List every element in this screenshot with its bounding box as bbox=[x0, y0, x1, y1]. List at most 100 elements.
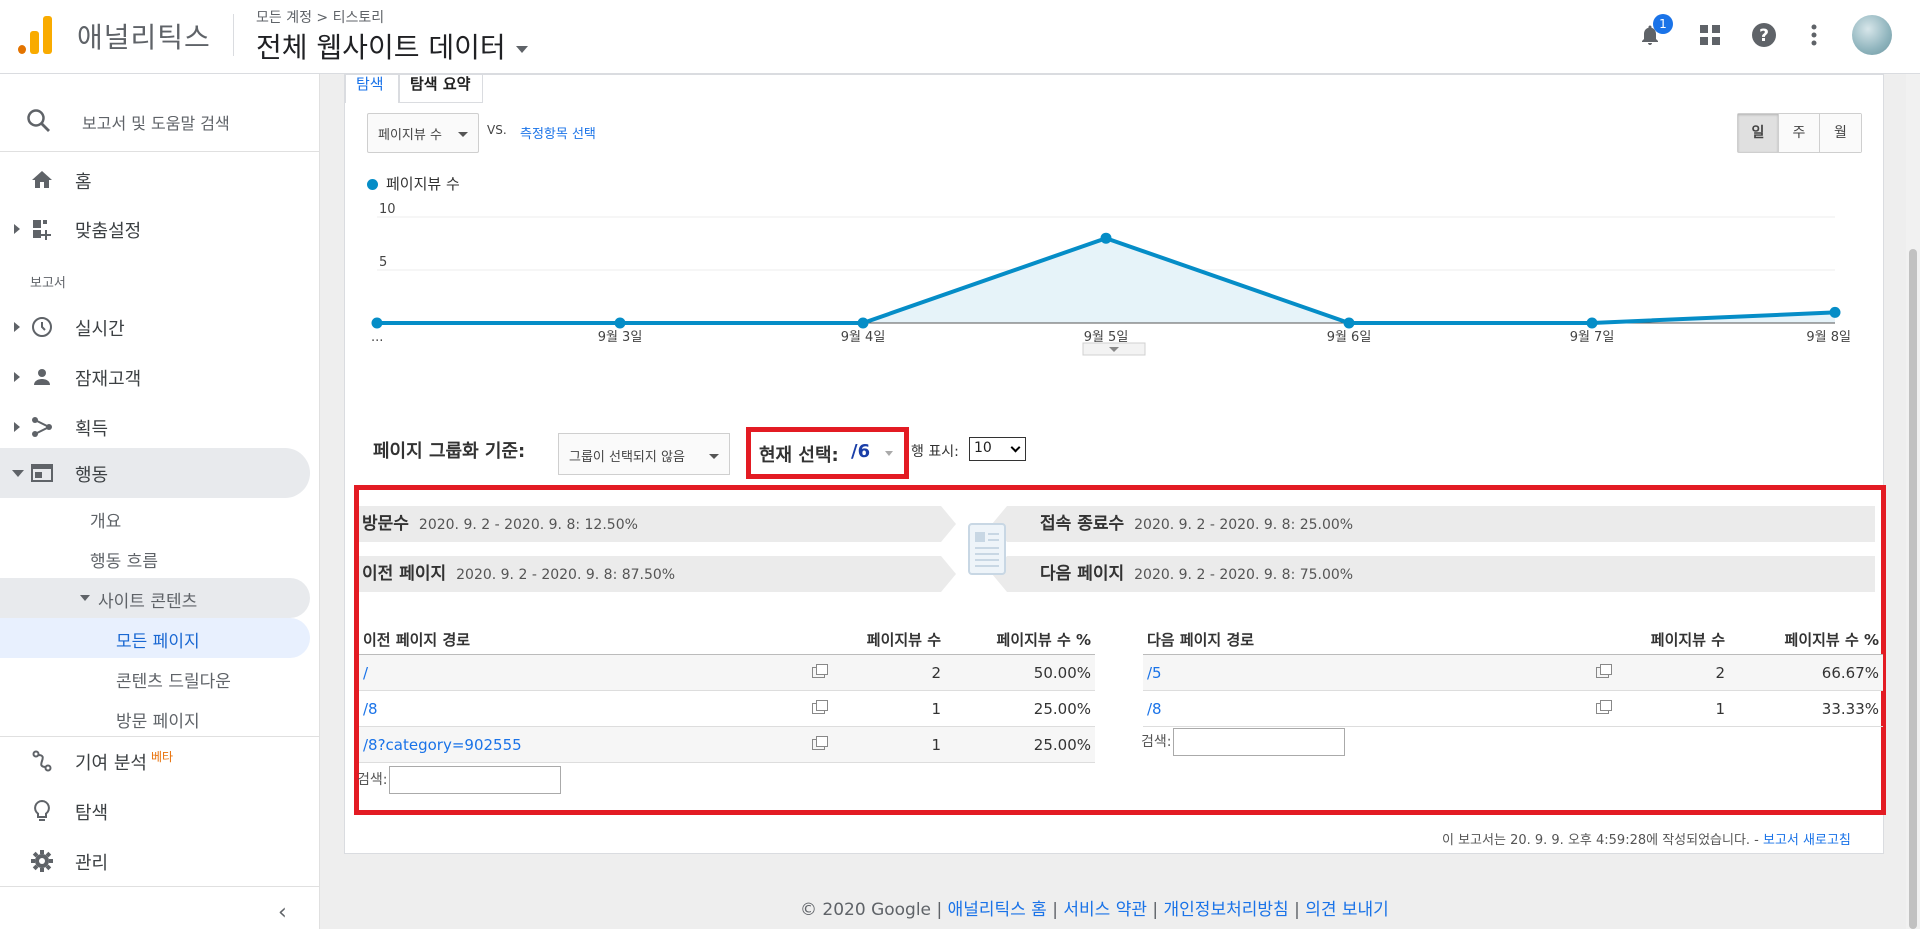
refresh-report-link[interactable]: 보고서 새로고침 bbox=[1763, 833, 1851, 848]
column-header[interactable]: 페이지뷰 수 bbox=[829, 625, 945, 655]
property-name: 전체 웹사이트 데이터 bbox=[256, 31, 506, 64]
pageviews-pct-cell: 33.33% bbox=[1729, 690, 1883, 727]
chevron-down-icon bbox=[12, 470, 24, 477]
sidebar-item-site-content[interactable]: 사이트 콘텐츠 bbox=[0, 578, 310, 618]
sidebar-item-audience[interactable]: 잠재고객 bbox=[0, 352, 310, 402]
scrollbar-thumb[interactable] bbox=[1909, 249, 1917, 929]
sidebar-item-acquisition[interactable]: 획득 bbox=[0, 402, 310, 452]
sidebar-item-admin[interactable]: 관리 bbox=[0, 836, 310, 886]
tab-navigation-summary[interactable]: 탐색 요약 bbox=[399, 75, 483, 103]
app-name: 애널리틱스 bbox=[77, 21, 211, 54]
previous-pages-table: 이전 페이지 경로 페이지뷰 수 페이지뷰 수 % / 2 50.00% /8 … bbox=[359, 625, 1095, 763]
period-day-button[interactable]: 일 bbox=[1738, 114, 1779, 152]
open-page-icon[interactable] bbox=[1596, 699, 1612, 714]
reports-section-label: 보고서 bbox=[30, 276, 66, 291]
footer-link-analytics-home[interactable]: 애널리틱스 홈 bbox=[948, 900, 1047, 920]
previous-pages-label: 이전 페이지 bbox=[362, 564, 447, 584]
sidebar-item-label: 사이트 콘텐츠 bbox=[98, 592, 198, 612]
page-path-link[interactable]: /8?category=902555 bbox=[359, 726, 769, 763]
column-header[interactable]: 페이지뷰 수 % bbox=[1729, 625, 1883, 655]
help-icon: ? bbox=[1752, 23, 1776, 47]
chart-legend: 페이지뷰 수 bbox=[367, 173, 460, 194]
footer-link-feedback[interactable]: 의견 보내기 bbox=[1305, 900, 1389, 920]
column-header[interactable]: 다음 페이지 경로 bbox=[1143, 625, 1553, 655]
page-scrollbar[interactable] bbox=[1906, 74, 1920, 929]
x-tick-label: 9월 7일 bbox=[1570, 330, 1615, 345]
column-header[interactable]: 페이지뷰 수 % bbox=[945, 625, 1095, 655]
table-row: /5 2 66.67% bbox=[1143, 654, 1883, 691]
chevron-down-icon bbox=[885, 451, 893, 456]
period-week-button[interactable]: 주 bbox=[1779, 114, 1820, 152]
sidebar-item-customization[interactable]: 맞춤설정 bbox=[0, 204, 310, 254]
open-page-icon[interactable] bbox=[812, 699, 828, 714]
search-label: 보고서 및 도움말 검색 bbox=[82, 114, 230, 133]
column-header[interactable]: 페이지뷰 수 bbox=[1613, 625, 1729, 655]
footer-link-privacy[interactable]: 개인정보처리방침 bbox=[1164, 900, 1289, 920]
x-tick-label: ... bbox=[371, 330, 383, 345]
more-options-button[interactable] bbox=[1797, 18, 1831, 52]
notification-badge: 1 bbox=[1653, 14, 1673, 34]
metric-select[interactable]: 페이지뷰 수 bbox=[367, 113, 479, 153]
sidebar-item-attribution[interactable]: 기여 분석 베타 bbox=[0, 736, 310, 786]
open-page-icon[interactable] bbox=[812, 663, 828, 678]
select-metric-link[interactable]: 측정항목 선택 bbox=[520, 123, 596, 142]
sidebar-item-label: 홈 bbox=[75, 172, 92, 193]
tab-explorer[interactable]: 탐색 bbox=[345, 75, 399, 103]
sidebar-item-label: 기여 분석 베타 bbox=[75, 749, 173, 775]
page-path-link[interactable]: /5 bbox=[1143, 654, 1553, 691]
x-tick-label: 9월 8일 bbox=[1806, 330, 1851, 345]
sidebar-item-home[interactable]: 홈 bbox=[0, 155, 310, 205]
next-pages-label: 다음 페이지 bbox=[1040, 564, 1125, 584]
period-month-button[interactable]: 월 bbox=[1820, 114, 1861, 152]
sidebar-search[interactable]: 보고서 및 도움말 검색 bbox=[0, 92, 320, 152]
rows-select[interactable]: 10 bbox=[969, 437, 1026, 461]
property-selector[interactable]: 전체 웹사이트 데이터 bbox=[256, 26, 528, 66]
table-row: / 2 50.00% bbox=[359, 654, 1095, 691]
previous-pages-value: 2020. 9. 2 - 2020. 9. 8: 87.50% bbox=[456, 567, 676, 583]
collapse-sidebar-icon[interactable]: ‹ bbox=[278, 900, 287, 925]
apps-grid-icon bbox=[1700, 25, 1720, 45]
page-path-link[interactable]: / bbox=[359, 654, 769, 691]
sidebar-item-label: 콘텐츠 드릴다운 bbox=[116, 672, 231, 692]
search-label: 검색: bbox=[1141, 734, 1172, 750]
search-icon bbox=[27, 109, 50, 132]
footer-link-terms[interactable]: 서비스 약관 bbox=[1063, 900, 1147, 920]
grouping-select[interactable]: 그룹이 선택되지 않음 bbox=[558, 433, 730, 475]
help-button[interactable]: ? bbox=[1747, 18, 1781, 52]
metric-select-value: 페이지뷰 수 bbox=[378, 128, 442, 143]
previous-pages-search: 검색: bbox=[357, 766, 562, 794]
breadcrumb[interactable]: 모든 계정 > 티스토리 bbox=[256, 7, 384, 27]
search-input[interactable] bbox=[1173, 728, 1346, 756]
table-row: /8 1 33.33% bbox=[1143, 690, 1883, 727]
next-pages-value: 2020. 9. 2 - 2020. 9. 8: 75.00% bbox=[1134, 567, 1354, 583]
page-path-link[interactable]: /8 bbox=[359, 690, 769, 727]
sidebar-item-behavior-flow[interactable]: 행동 흐름 bbox=[0, 538, 310, 578]
sidebar-item-overview[interactable]: 개요 bbox=[0, 498, 310, 538]
search-input[interactable] bbox=[389, 766, 562, 794]
exits-value: 2020. 9. 2 - 2020. 9. 8: 25.00% bbox=[1134, 517, 1354, 533]
apps-button[interactable] bbox=[1693, 18, 1727, 52]
current-selection-box[interactable]: 현재 선택: /6 bbox=[746, 427, 909, 479]
sidebar-item-content-drilldown[interactable]: 콘텐츠 드릴다운 bbox=[0, 658, 310, 698]
avatar[interactable] bbox=[1852, 15, 1892, 55]
chevron-down-icon bbox=[1010, 442, 1021, 453]
acquisition-icon bbox=[32, 417, 52, 437]
open-page-icon[interactable] bbox=[812, 735, 828, 750]
page-path-link[interactable]: /8 bbox=[1143, 690, 1553, 727]
analytics-logo-icon[interactable] bbox=[18, 16, 52, 54]
sidebar-item-discover[interactable]: 탐색 bbox=[0, 786, 310, 836]
rows-label: 행 표시: bbox=[911, 444, 959, 460]
pageviews-cell: 1 bbox=[829, 726, 945, 763]
report-timestamp: 이 보고서는 20. 9. 9. 오후 4:59:28에 작성되었습니다. - … bbox=[1442, 829, 1851, 848]
sidebar-divider bbox=[0, 886, 320, 887]
sidebar-item-behavior[interactable]: 행동 bbox=[0, 448, 310, 498]
sidebar-item-label: 행동 bbox=[75, 465, 109, 486]
sidebar-item-all-pages[interactable]: 모든 페이지 bbox=[0, 618, 310, 658]
sidebar-item-landing-pages[interactable]: 방문 페이지 bbox=[0, 698, 310, 738]
header-divider bbox=[233, 14, 234, 56]
sidebar-item-realtime[interactable]: 실시간 bbox=[0, 302, 310, 352]
vs-label: VS. bbox=[487, 123, 507, 137]
x-tick-label: 9월 6일 bbox=[1327, 330, 1372, 345]
column-header[interactable]: 이전 페이지 경로 bbox=[359, 625, 769, 655]
open-page-icon[interactable] bbox=[1596, 663, 1612, 678]
